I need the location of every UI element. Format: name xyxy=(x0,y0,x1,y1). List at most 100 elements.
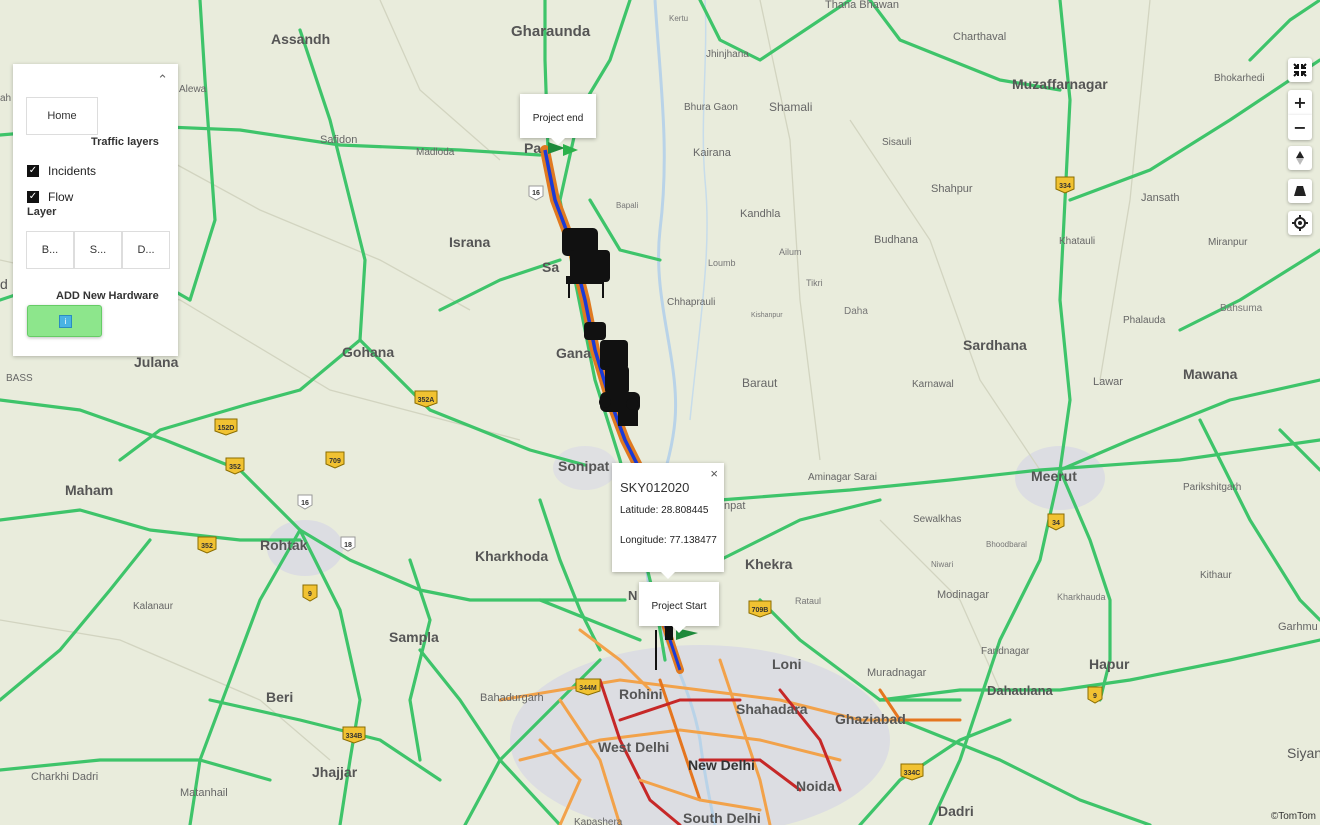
layer-button-dark[interactable]: D... xyxy=(122,231,170,269)
pitch-icon xyxy=(1294,186,1306,196)
place-label: Gharaunda xyxy=(511,23,591,40)
place-label: Karnawal xyxy=(912,379,954,390)
traffic-layers-title: Traffic layers xyxy=(91,136,159,148)
pitch-button[interactable] xyxy=(1288,179,1312,203)
project-end-popup: Project end xyxy=(520,94,596,145)
zoom-out-icon: − xyxy=(1293,118,1307,137)
place-label: Bahadurgarh xyxy=(480,692,544,704)
place-label: Bhoodbaral xyxy=(986,540,1027,549)
place-label: Pa xyxy=(524,140,541,156)
svg-text:9: 9 xyxy=(1093,693,1097,700)
place-label: Muradnagar xyxy=(867,667,927,679)
place-label: Sa xyxy=(542,259,559,275)
place-label: Shahadara xyxy=(736,701,808,717)
device-latitude: Latitude: 28.808445 xyxy=(620,505,709,516)
svg-text:709B: 709B xyxy=(752,607,769,614)
place-label: Kertu xyxy=(669,14,688,23)
place-label: Budhana xyxy=(874,234,919,246)
place-label: Bahsuma xyxy=(1220,303,1263,314)
layer-control-panel: ⌃ Home Traffic layers ✓ Incidents ✓ Flow… xyxy=(13,64,178,356)
flow-checkbox[interactable]: ✓ Flow xyxy=(27,190,73,204)
place-label: Khekra xyxy=(745,556,793,572)
place-label: Loni xyxy=(772,656,802,672)
place-label: Faridnagar xyxy=(981,646,1030,657)
place-label: Shahpur xyxy=(931,183,973,195)
svg-text:16: 16 xyxy=(532,190,540,197)
place-label: Kharkhauda xyxy=(1057,592,1106,602)
place-label: Kithaur xyxy=(1200,570,1232,581)
project-end-label: Project end xyxy=(532,113,584,124)
place-label: Sampla xyxy=(389,629,439,645)
place-label: Thana Bhawan xyxy=(825,0,899,11)
zoom-out-button[interactable]: − xyxy=(1288,115,1312,140)
place-label: New Delhi xyxy=(688,757,755,773)
svg-text:709: 709 xyxy=(329,458,341,465)
svg-text:352: 352 xyxy=(201,543,213,550)
fullscreen-exit-button[interactable] xyxy=(1288,58,1312,82)
svg-text:352: 352 xyxy=(229,464,241,471)
map-canvas[interactable]: 16 352A 152D 352 709 16 352 18 9 709B 34… xyxy=(0,0,1320,825)
place-label: Khatauli xyxy=(1059,236,1095,247)
home-button[interactable]: Home xyxy=(26,97,98,135)
place-label: Parikshitgarh xyxy=(1183,482,1241,493)
close-icon[interactable]: × xyxy=(710,466,718,481)
svg-text:334: 334 xyxy=(1059,183,1071,190)
place-label: Beri xyxy=(266,689,293,705)
place-label: West Delhi xyxy=(598,739,669,755)
place-label: Maham xyxy=(65,482,113,498)
add-hardware-label: ADD New Hardware xyxy=(56,290,159,302)
place-label: Sewalkhas xyxy=(913,514,961,525)
collapse-icon[interactable]: ⌃ xyxy=(157,72,168,88)
locate-button[interactable] xyxy=(1288,211,1312,235)
place-label: Siyan xyxy=(1287,745,1320,761)
place-label: Miranpur xyxy=(1208,237,1248,248)
place-label: Phalauda xyxy=(1123,315,1166,326)
place-label: Matanhail xyxy=(180,787,228,799)
compass-button[interactable] xyxy=(1288,146,1312,170)
place-label: Charthaval xyxy=(953,31,1006,43)
compass-icon xyxy=(1296,151,1304,165)
incidents-label: Incidents xyxy=(48,164,97,178)
place-label: Kharkhoda xyxy=(475,548,548,564)
layer-button-satellite[interactable]: S... xyxy=(74,231,122,269)
place-label: Mawana xyxy=(1183,366,1238,382)
place-label: Meerut xyxy=(1031,468,1077,484)
place-label: Israna xyxy=(449,234,490,250)
map-attribution[interactable]: ©TomTom xyxy=(1271,811,1316,822)
svg-text:34: 34 xyxy=(1052,520,1060,527)
layer-button-basic[interactable]: B... xyxy=(26,231,74,269)
place-label: Alewa xyxy=(179,84,207,95)
place-label: BASS xyxy=(6,373,33,384)
place-label: Dadri xyxy=(938,803,974,819)
incidents-checkbox[interactable]: ✓ Incidents xyxy=(27,164,96,178)
place-label: Sisauli xyxy=(882,137,911,148)
place-label: Sonipat xyxy=(558,458,610,474)
place-label: Loumb xyxy=(708,258,736,268)
place-label: Dahaulana xyxy=(987,683,1054,698)
checkbox-checked-icon[interactable]: ✓ xyxy=(27,165,39,177)
locate-icon xyxy=(1292,215,1308,231)
zoom-in-button[interactable]: + xyxy=(1288,90,1312,115)
place-label: Rohini xyxy=(619,686,663,702)
place-label: Modinagar xyxy=(937,589,989,601)
place-label: npat xyxy=(724,500,745,512)
svg-text:334C: 334C xyxy=(904,770,921,777)
place-label: Kalanaur xyxy=(133,601,174,612)
flow-label: Flow xyxy=(48,190,74,204)
place-label: Shamali xyxy=(769,100,812,114)
place-label: Charkhi Dadri xyxy=(31,771,98,783)
place-label: Jhinjhana xyxy=(706,49,749,60)
layer-title: Layer xyxy=(27,206,57,218)
fullscreen-exit-icon xyxy=(1293,63,1307,77)
place-label: Safidon xyxy=(320,134,357,146)
place-label: d xyxy=(0,276,8,292)
place-label: Assandh xyxy=(271,31,330,47)
checkbox-checked-icon[interactable]: ✓ xyxy=(27,191,39,203)
place-label: Bapali xyxy=(616,201,638,210)
project-start-label: Project Start xyxy=(651,601,707,612)
svg-text:152D: 152D xyxy=(218,425,235,432)
place-label: Baraut xyxy=(742,376,778,390)
place-label: Kishanpur xyxy=(751,312,783,319)
add-hardware-button[interactable]: i xyxy=(27,305,102,337)
place-label: Kairana xyxy=(693,147,732,159)
